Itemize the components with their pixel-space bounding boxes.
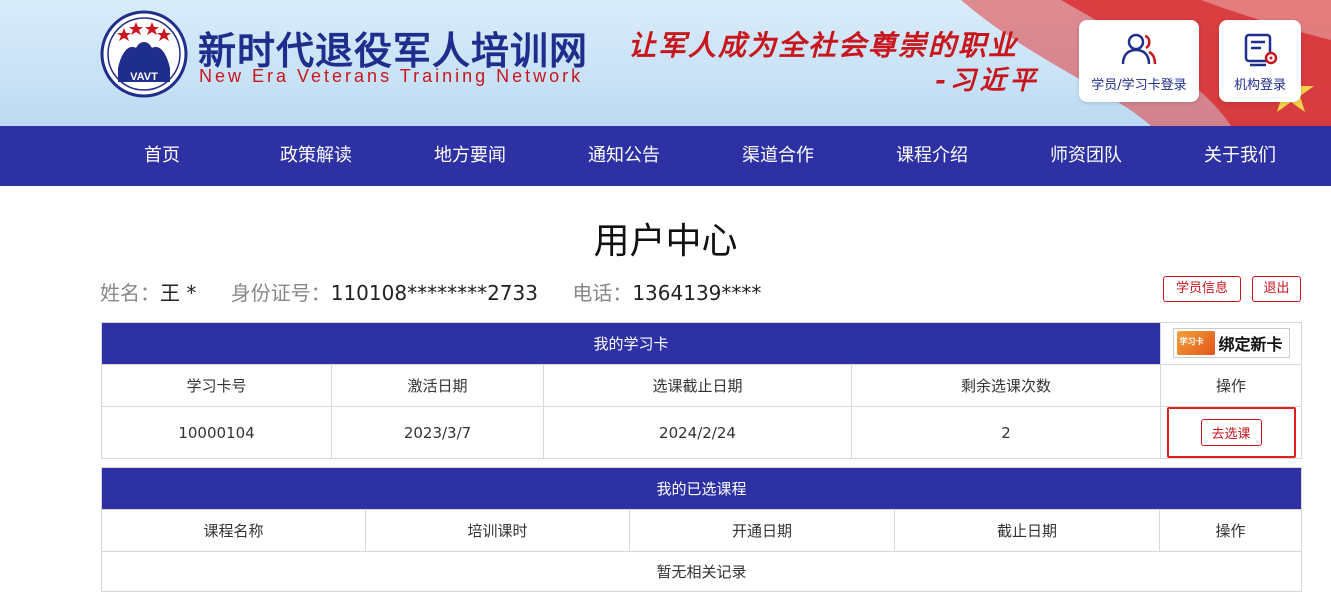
col-activate-date: 激活日期 (331, 364, 544, 407)
nav-item-teachers[interactable]: 师资团队 (1009, 126, 1163, 186)
go-select-course-button[interactable]: 去选课 (1200, 419, 1262, 446)
nav-item-channel[interactable]: 渠道合作 (701, 126, 855, 186)
empty-record-text: 暂无相关记录 (101, 551, 1302, 592)
study-card-image: 学习卡 (1176, 331, 1215, 355)
col-remaining: 剩余选课次数 (850, 364, 1162, 407)
id-label: 身份证号： (230, 281, 331, 305)
user-info: 姓名：王 * 身份证号：110108********2733 电话：136413… (100, 280, 789, 306)
id-value: 110108********2733 (330, 281, 538, 305)
selected-courses-title: 我的已选课程 (101, 467, 1302, 510)
col-action: 操作 (1160, 364, 1303, 407)
cell-remaining: 2 (850, 406, 1162, 459)
col-open-date: 开通日期 (629, 509, 895, 552)
logout-button[interactable]: 退出 (1252, 276, 1301, 302)
nav-item-policy[interactable]: 政策解读 (239, 126, 393, 186)
col-course-hours: 培训课时 (365, 509, 630, 552)
study-card-table: 我的学习卡 学习卡 绑定新卡 学习卡号 激活日期 选课截止日期 剩余选课次数 操… (100, 322, 1303, 459)
nav-item-courses[interactable]: 课程介绍 (855, 126, 1009, 186)
users-icon (1121, 33, 1157, 64)
cell-deadline: 2024/2/24 (543, 406, 852, 459)
site-logo[interactable]: VAVT (100, 10, 188, 98)
cell-activate-date: 2023/3/7 (331, 406, 544, 459)
org-settings-icon (1244, 33, 1278, 66)
name-value: 王 * (160, 281, 197, 305)
logo-text: VAVT (130, 71, 158, 83)
nav-item-about[interactable]: 关于我们 (1163, 126, 1317, 186)
phone-value: 1364139**** (632, 281, 762, 305)
student-login-label: 学员/学习卡登录 (1091, 77, 1187, 93)
table-row: 10000104 2023/3/7 2024/2/24 2 去选课 (101, 406, 1303, 459)
nav-item-notices[interactable]: 通知公告 (547, 126, 701, 186)
go-select-highlight: 去选课 (1166, 407, 1296, 458)
org-login-button[interactable]: 机构登录 (1219, 20, 1301, 102)
student-info-button[interactable]: 学员信息 (1163, 276, 1241, 302)
page-title: 用户中心 (593, 221, 738, 262)
main-nav: 首页 政策解读 地方要闻 通知公告 渠道合作 课程介绍 师资团队 关于我们 (0, 126, 1331, 186)
phone-label: 电话： (572, 281, 633, 305)
site-subtitle: New Era Veterans Training Network (199, 66, 584, 86)
slogan-author: -习近平 (935, 66, 1040, 96)
site-header: VAVT 新时代退役军人培训网 New Era Veterans Trainin… (0, 0, 1331, 126)
student-login-button[interactable]: 学员/学习卡登录 (1079, 20, 1199, 102)
bind-new-card-label: 绑定新卡 (1218, 335, 1283, 354)
col-course-name: 课程名称 (101, 509, 366, 552)
col-deadline: 选课截止日期 (543, 364, 852, 407)
name-label: 姓名： (100, 281, 160, 305)
bind-new-card-button[interactable]: 学习卡 绑定新卡 (1172, 328, 1290, 358)
col-course-action: 操作 (1159, 509, 1302, 552)
nav-item-local-news[interactable]: 地方要闻 (393, 126, 547, 186)
col-card-no: 学习卡号 (101, 364, 332, 407)
slogan: 让军人成为全社会尊崇的职业 (628, 29, 1019, 62)
study-card-image-text: 学习卡 (1179, 337, 1204, 346)
col-end-date: 截止日期 (894, 509, 1160, 552)
selected-courses-table: 我的已选课程 课程名称 培训课时 开通日期 截止日期 操作 暂无相关记录 (101, 467, 1302, 592)
org-login-label: 机构登录 (1233, 77, 1286, 93)
cell-card-no: 10000104 (101, 406, 332, 459)
study-card-table-title: 我的学习卡 (100, 322, 1162, 365)
nav-item-home[interactable]: 首页 (85, 126, 239, 186)
